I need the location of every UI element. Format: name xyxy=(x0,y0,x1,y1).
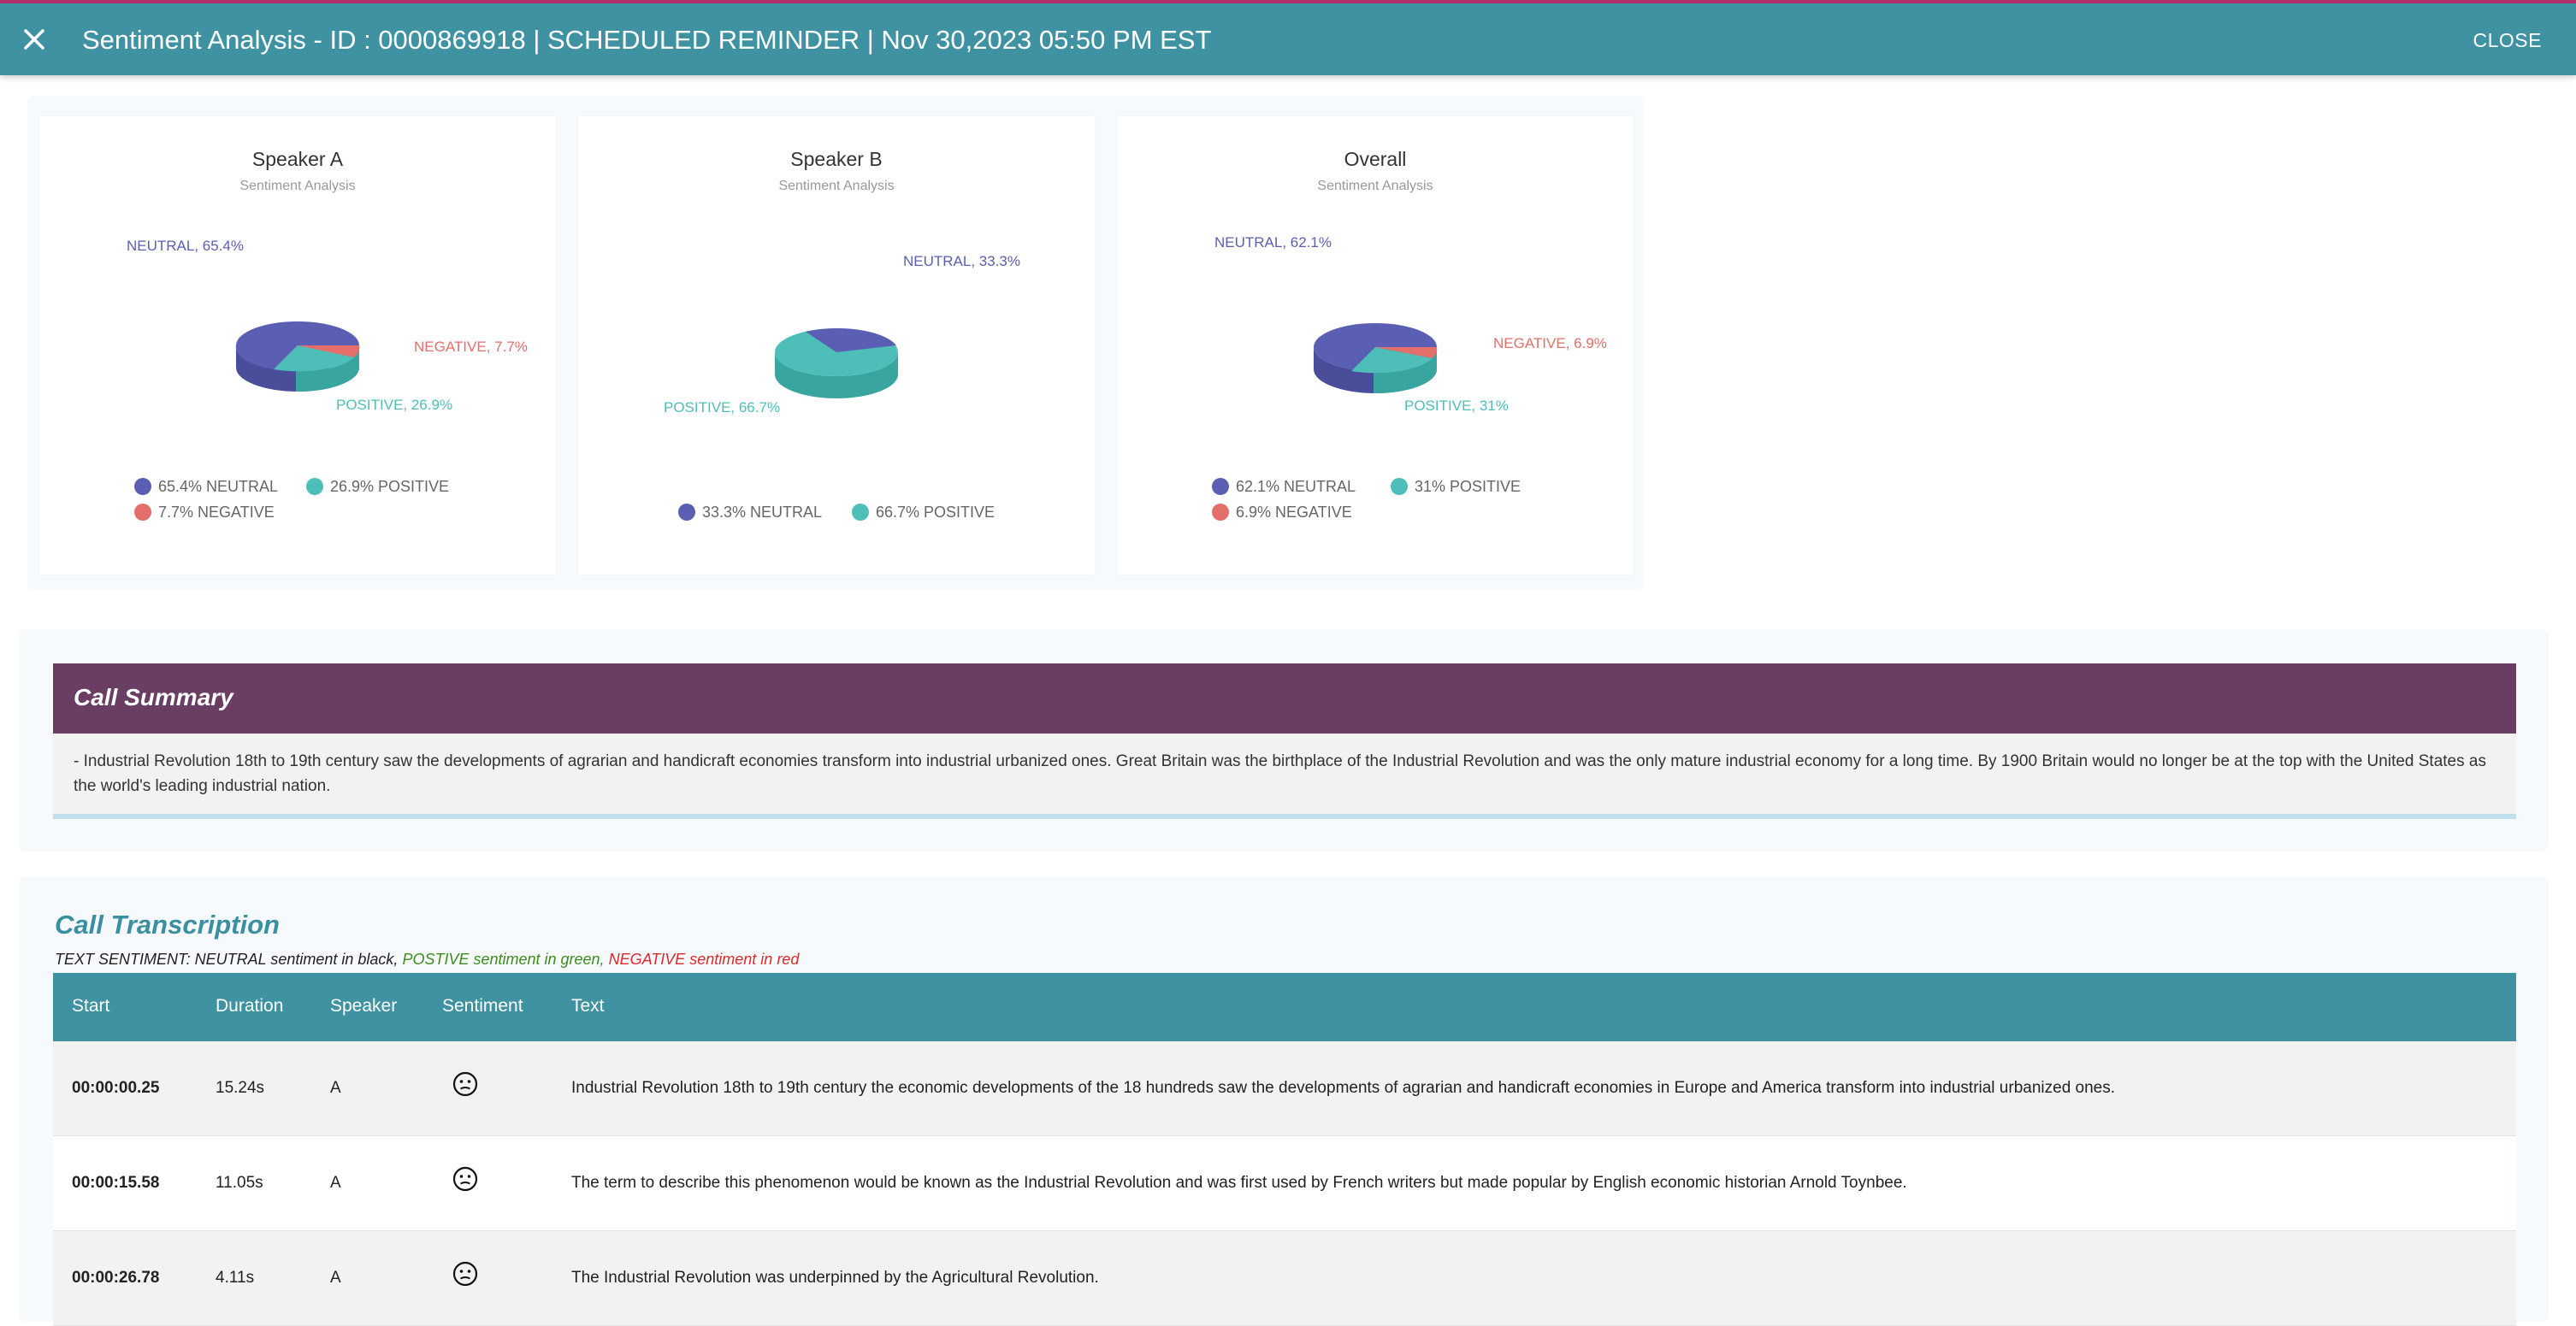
call-summary-text: - Industrial Revolution 18th to 19th cen… xyxy=(53,734,2516,819)
column-header-duration[interactable]: Duration xyxy=(216,996,283,1017)
legend-marker-neutral[interactable] xyxy=(134,478,151,495)
neutral-face-icon xyxy=(452,1166,478,1192)
close-button[interactable]: CLOSE xyxy=(2473,29,2542,52)
cell-duration: 4.11s xyxy=(216,1269,255,1287)
cell-speaker: A xyxy=(330,1079,341,1097)
pie-chart-speaker-a: Speaker A Sentiment Analysis NEUTRAL, 65… xyxy=(127,148,528,521)
legend-negative-text: NEGATIVE sentiment in red xyxy=(608,951,800,968)
cell-text: The Industrial Revolution was underpinne… xyxy=(571,1269,1099,1287)
legend-positive-text: POSTIVE sentiment in green, xyxy=(402,951,605,968)
call-summary-header: Call Summary xyxy=(53,663,2516,734)
legend-item-positive[interactable]: 26.9% POSITIVE xyxy=(330,478,449,495)
cell-duration: 11.05s xyxy=(216,1174,263,1192)
cell-duration: 15.24s xyxy=(216,1079,265,1097)
neutral-face-icon xyxy=(452,1261,478,1287)
table-row[interactable]: 00:00:26.78 4.11s A The Industrial Revol… xyxy=(53,1231,2516,1326)
dialog-title: Sentiment Analysis - ID : 0000869918 | S… xyxy=(82,25,1212,55)
dialog-header: Sentiment Analysis - ID : 0000869918 | S… xyxy=(0,0,2576,75)
legend-item-negative[interactable]: 7.7% NEGATIVE xyxy=(158,504,275,521)
cell-start: 00:00:26.78 xyxy=(72,1269,160,1287)
chart-title: Speaker A xyxy=(252,148,344,170)
pie-3d xyxy=(775,328,898,398)
legend-item-neutral[interactable]: 65.4% NEUTRAL xyxy=(158,478,278,495)
data-label-negative: NEGATIVE, 6.9% xyxy=(1493,335,1607,351)
call-summary-panel: Call Summary - Industrial Revolution 18t… xyxy=(19,629,2549,852)
table-row[interactable]: 00:00:15.58 11.05s A The term to describ… xyxy=(53,1136,2516,1231)
legend-marker-negative[interactable] xyxy=(134,504,151,521)
text-sentiment-legend: TEXT SENTIMENT: NEUTRAL sentiment in bla… xyxy=(55,951,799,969)
legend-marker-neutral[interactable] xyxy=(678,504,695,521)
data-label-positive: POSITIVE, 66.7% xyxy=(664,399,780,415)
transcription-table: Start Duration Speaker Sentiment Text 00… xyxy=(53,973,2516,1326)
cell-text: Industrial Revolution 18th to 19th centu… xyxy=(571,1079,2116,1097)
legend-marker-negative[interactable] xyxy=(1212,504,1229,521)
close-icon[interactable] xyxy=(19,24,50,55)
legend-item-neutral[interactable]: 33.3% NEUTRAL xyxy=(702,504,822,521)
cell-start: 00:00:15.58 xyxy=(72,1174,160,1192)
legend: 65.4% NEUTRAL 26.9% POSITIVE 7.7% NEGATI… xyxy=(134,478,449,521)
column-header-speaker[interactable]: Speaker xyxy=(330,996,397,1017)
data-label-negative: NEGATIVE, 7.7% xyxy=(414,339,528,355)
legend-item-positive[interactable]: 66.7% POSITIVE xyxy=(876,504,995,521)
chart-title: Overall xyxy=(1344,148,1407,170)
cell-text: The term to describe this phenomenon wou… xyxy=(571,1174,1907,1192)
neutral-face-icon xyxy=(452,1071,478,1097)
sentiment-charts-panel: Speaker A Sentiment Analysis NEUTRAL, 65… xyxy=(27,96,1644,590)
call-summary-title: Call Summary xyxy=(74,684,233,710)
pie-chart-speaker-b: Speaker B Sentiment Analysis NEUTRAL, 33… xyxy=(664,148,1020,521)
data-label-positive: POSITIVE, 31% xyxy=(1404,398,1509,414)
column-header-start[interactable]: Start xyxy=(72,996,109,1017)
legend-item-negative[interactable]: 6.9% NEGATIVE xyxy=(1236,504,1352,521)
legend-marker-positive[interactable] xyxy=(306,478,323,495)
legend-marker-positive[interactable] xyxy=(852,504,869,521)
cell-speaker: A xyxy=(330,1269,341,1287)
cell-speaker: A xyxy=(330,1174,341,1192)
legend-marker-neutral[interactable] xyxy=(1212,478,1229,495)
pie-chart-overall: Overall Sentiment Analysis NEUTRAL, 62.1… xyxy=(1212,148,1607,521)
chart-subtitle: Sentiment Analysis xyxy=(778,179,894,193)
legend-item-positive[interactable]: 31% POSITIVE xyxy=(1415,478,1521,495)
cell-start: 00:00:00.25 xyxy=(72,1079,160,1097)
data-label-positive: POSITIVE, 26.9% xyxy=(336,397,452,413)
chart-subtitle: Sentiment Analysis xyxy=(239,179,355,193)
table-row[interactable]: 00:00:00.25 15.24s A Industrial Revoluti… xyxy=(53,1041,2516,1136)
legend: 62.1% NEUTRAL 31% POSITIVE 6.9% NEGATIVE xyxy=(1212,478,1521,521)
chart-card-speaker-b: Speaker B Sentiment Analysis NEUTRAL, 33… xyxy=(578,116,1095,575)
data-label-neutral: NEUTRAL, 62.1% xyxy=(1214,234,1332,250)
legend-neutral-text: TEXT SENTIMENT: NEUTRAL sentiment in bla… xyxy=(55,951,399,968)
legend-item-neutral[interactable]: 62.1% NEUTRAL xyxy=(1236,478,1356,495)
data-label-neutral: NEUTRAL, 65.4% xyxy=(127,238,244,254)
chart-card-speaker-a: Speaker A Sentiment Analysis NEUTRAL, 65… xyxy=(39,116,556,575)
column-header-sentiment[interactable]: Sentiment xyxy=(442,996,523,1017)
table-header: Start Duration Speaker Sentiment Text xyxy=(53,973,2516,1041)
call-transcription-panel: Call Transcription TEXT SENTIMENT: NEUTR… xyxy=(19,877,2549,1326)
data-label-neutral: NEUTRAL, 33.3% xyxy=(903,253,1020,269)
pie-3d xyxy=(1314,323,1438,394)
column-header-text[interactable]: Text xyxy=(571,996,605,1017)
chart-title: Speaker B xyxy=(790,148,882,170)
legend-marker-positive[interactable] xyxy=(1391,478,1408,495)
chart-card-overall: Overall Sentiment Analysis NEUTRAL, 62.1… xyxy=(1117,116,1634,575)
call-transcription-title: Call Transcription xyxy=(55,910,280,940)
pie-3d xyxy=(235,321,360,392)
table-body: 00:00:00.25 15.24s A Industrial Revoluti… xyxy=(53,1041,2516,1326)
legend: 33.3% NEUTRAL 66.7% POSITIVE xyxy=(678,504,995,521)
chart-subtitle: Sentiment Analysis xyxy=(1317,179,1433,193)
